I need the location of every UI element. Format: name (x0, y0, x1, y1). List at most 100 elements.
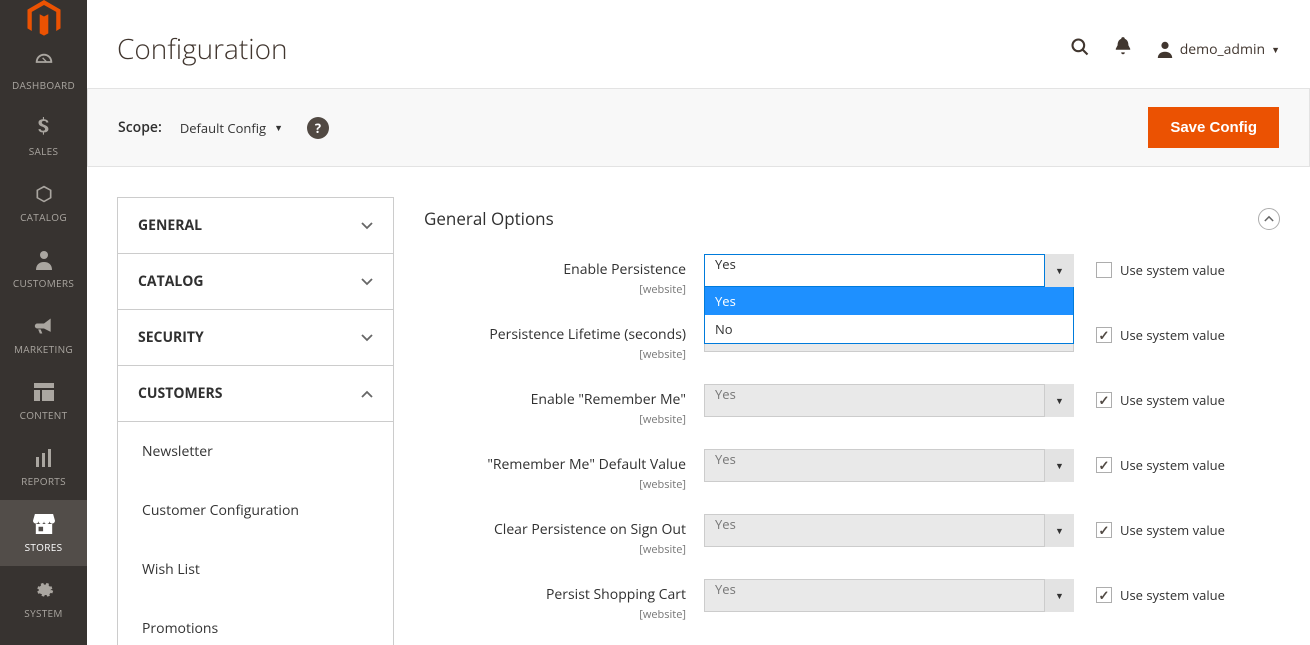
field-scope-hint: [website] (639, 607, 686, 622)
dollar-icon (37, 116, 51, 140)
use-system-checkbox[interactable] (1096, 522, 1112, 538)
chevron-up-icon (361, 384, 373, 403)
megaphone-icon (34, 314, 54, 338)
field-label: Clear Persistence on Sign Out (424, 520, 686, 539)
section-title: CATALOG (138, 272, 204, 291)
use-system-checkbox[interactable] (1096, 262, 1112, 278)
use-system-label[interactable]: Use system value (1120, 521, 1225, 539)
cube-icon (34, 182, 54, 206)
nav-extra[interactable] (0, 632, 87, 645)
section-customers[interactable]: CUSTOMERS (118, 366, 393, 422)
clear-persistence-select: Yes (704, 514, 1074, 547)
nav-marketing[interactable]: MARKETING (0, 302, 87, 368)
nav-catalog-label: CATALOG (20, 210, 67, 224)
scope-label: Scope: (118, 118, 162, 137)
use-system-label[interactable]: Use system value (1120, 326, 1225, 344)
chevron-down-icon: ▼ (274, 121, 283, 134)
subitem-wishlist[interactable]: Wish List (118, 540, 393, 599)
use-system-label[interactable]: Use system value (1120, 586, 1225, 604)
field-scope-hint: [website] (639, 282, 686, 297)
use-system-checkbox[interactable] (1096, 457, 1112, 473)
field-scope-hint: [website] (639, 477, 686, 492)
storefront-icon (33, 512, 55, 536)
user-name: demo_admin (1180, 40, 1265, 59)
use-system-checkbox[interactable] (1096, 587, 1112, 603)
save-config-button[interactable]: Save Config (1148, 107, 1279, 148)
nav-dashboard[interactable]: DASHBOARD (0, 38, 87, 104)
use-system-checkbox[interactable] (1096, 327, 1112, 343)
scope-bar: Scope: Default Config ▼ ? Save Config (87, 88, 1310, 167)
section-general[interactable]: GENERAL (118, 198, 393, 253)
section-title: CUSTOMERS (138, 384, 222, 403)
dropdown-option-no[interactable]: No (705, 315, 1073, 343)
scope-select[interactable]: Default Config ▼ (180, 119, 283, 137)
subitem-customer-config[interactable]: Customer Configuration (118, 481, 393, 540)
field-persist-cart: Persist Shopping Cart [website] Yes ▼ Us… (424, 579, 1280, 622)
collapse-button[interactable] (1258, 208, 1280, 230)
scope-value: Default Config (180, 119, 266, 137)
search-icon[interactable] (1070, 36, 1090, 63)
chevron-down-icon (361, 216, 373, 235)
nav-sales-label: SALES (29, 144, 59, 158)
remember-me-default-select: Yes (704, 449, 1074, 482)
field-label: "Remember Me" Default Value (424, 455, 686, 474)
use-system-checkbox[interactable] (1096, 392, 1112, 408)
nav-stores[interactable]: STORES (0, 500, 87, 566)
field-scope-hint: [website] (639, 412, 686, 427)
nav-sales[interactable]: SALES (0, 104, 87, 170)
nav-dashboard-label: DASHBOARD (12, 78, 75, 92)
section-catalog[interactable]: CATALOG (118, 254, 393, 309)
dashboard-icon (33, 50, 55, 74)
enable-persistence-dropdown: Yes No (704, 287, 1074, 344)
section-security[interactable]: SECURITY (118, 310, 393, 365)
field-clear-persistence-signout: Clear Persistence on Sign Out [website] … (424, 514, 1280, 557)
field-enable-remember-me: Enable "Remember Me" [website] Yes ▼ Use… (424, 384, 1280, 427)
user-icon (1156, 40, 1174, 58)
field-enable-persistence: Enable Persistence [website] Yes ▼ Yes N… (424, 254, 1280, 297)
field-remember-me-default: "Remember Me" Default Value [website] Ye… (424, 449, 1280, 492)
nav-marketing-label: MARKETING (14, 342, 73, 356)
use-system-label[interactable]: Use system value (1120, 391, 1225, 409)
chevron-down-icon (361, 272, 373, 291)
admin-sidebar: DASHBOARD SALES CATALOG CUSTOMERS MARKET… (0, 0, 87, 645)
field-scope-hint: [website] (639, 542, 686, 557)
nav-customers[interactable]: CUSTOMERS (0, 236, 87, 302)
dropdown-option-yes[interactable]: Yes (705, 287, 1073, 315)
nav-stores-label: STORES (25, 540, 63, 554)
field-label: Enable "Remember Me" (424, 390, 686, 409)
nav-content-label: CONTENT (20, 408, 68, 422)
user-menu[interactable]: demo_admin ▼ (1156, 40, 1280, 59)
nav-content[interactable]: CONTENT (0, 368, 87, 434)
enable-persistence-select[interactable]: Yes (704, 254, 1074, 287)
group-title: General Options (424, 207, 554, 230)
nav-reports[interactable]: REPORTS (0, 434, 87, 500)
layout-icon (34, 380, 54, 404)
persist-cart-select: Yes (704, 579, 1074, 612)
section-title: GENERAL (138, 216, 202, 235)
use-system-label[interactable]: Use system value (1120, 261, 1225, 279)
nav-reports-label: REPORTS (21, 474, 66, 488)
person-icon (36, 248, 52, 272)
field-label: Enable Persistence (424, 260, 686, 279)
help-icon[interactable]: ? (307, 117, 329, 139)
nav-system[interactable]: SYSTEM (0, 566, 87, 632)
field-label: Persistence Lifetime (seconds) (424, 325, 686, 344)
use-system-label[interactable]: Use system value (1120, 456, 1225, 474)
bars-icon (34, 446, 54, 470)
field-label: Persist Shopping Cart (424, 585, 686, 604)
field-scope-hint: [website] (639, 347, 686, 362)
gear-icon (34, 578, 54, 602)
config-nav: GENERAL CATALOG SECURITY (117, 197, 394, 645)
nav-customers-label: CUSTOMERS (13, 276, 74, 290)
enable-remember-me-select: Yes (704, 384, 1074, 417)
chevron-down-icon: ▼ (1271, 43, 1280, 56)
nav-system-label: SYSTEM (24, 606, 62, 620)
bell-icon[interactable] (1114, 36, 1132, 63)
nav-catalog[interactable]: CATALOG (0, 170, 87, 236)
chevron-down-icon (361, 328, 373, 347)
subitem-promotions[interactable]: Promotions (118, 599, 393, 645)
section-title: SECURITY (138, 328, 204, 347)
page-title: Configuration (117, 30, 288, 68)
subitem-newsletter[interactable]: Newsletter (118, 422, 393, 481)
magento-logo[interactable] (0, 0, 87, 38)
